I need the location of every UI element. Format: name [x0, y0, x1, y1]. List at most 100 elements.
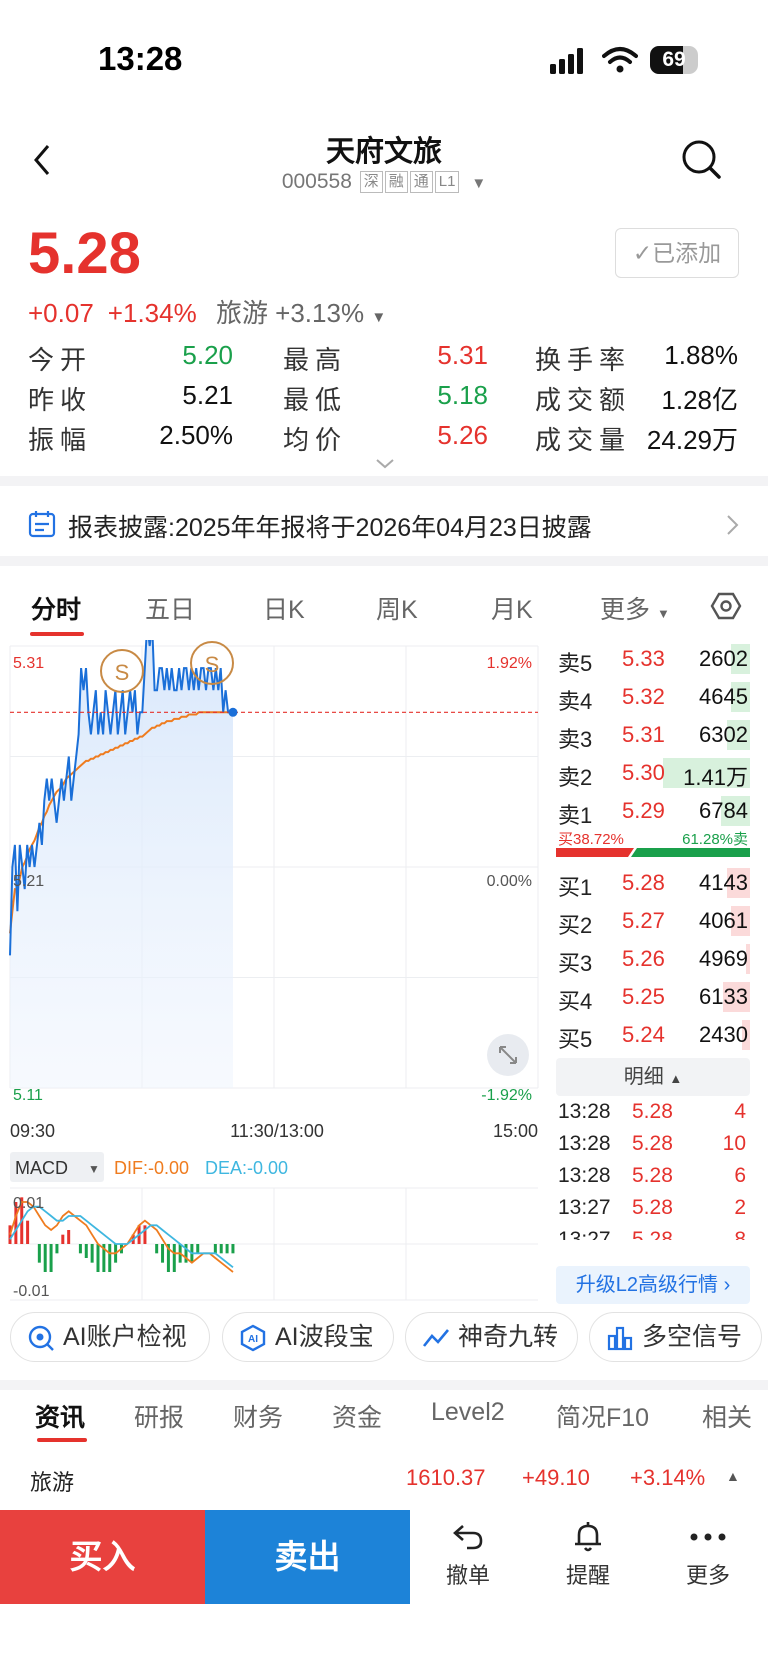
level-label: 买4: [558, 989, 593, 1014]
buy-ratio-label: 买38.72%: [558, 831, 624, 848]
cancel-order-button[interactable]: 撤单: [418, 1520, 518, 1590]
ask-row[interactable]: 卖4 5.32 4645: [556, 678, 750, 716]
stat-value: 5.21: [182, 380, 233, 410]
sector-change[interactable]: 旅游 +3.13% ▼: [216, 298, 386, 328]
ask-row[interactable]: 卖5 5.33 2602: [556, 640, 750, 678]
level-label: 买5: [558, 1027, 593, 1052]
stat-value: 24.29万: [646, 425, 738, 455]
level-label: 卖4: [558, 689, 593, 714]
trade-row: 13:28 5.28 10: [556, 1132, 750, 1162]
level-label: 买3: [558, 951, 593, 976]
price-low-label: 5.11: [13, 1087, 43, 1104]
chip-label: AI波段宝: [275, 1323, 374, 1351]
chip-magic-nine[interactable]: 神奇九转: [405, 1312, 578, 1362]
chip-long-short[interactable]: 多空信号: [589, 1312, 762, 1362]
detail-toggle[interactable]: 明细 ▲: [556, 1058, 750, 1096]
level-label: 卖2: [558, 765, 593, 790]
caret-down-icon: ▼: [88, 1162, 100, 1176]
alert-button[interactable]: 提醒: [538, 1520, 638, 1590]
undo-icon: [453, 1525, 483, 1550]
chip-ai-account[interactable]: AI账户检视: [10, 1312, 210, 1362]
tag-shen: 深: [359, 171, 383, 193]
stat-item: 均价 5.26: [283, 420, 488, 455]
tab-daily-k[interactable]: 日K: [263, 590, 305, 626]
tab-research[interactable]: 研报: [134, 1398, 184, 1434]
stat-label: 均价: [283, 425, 348, 455]
bid-row[interactable]: 买2 5.27 4061: [556, 902, 750, 940]
stat-item: 换手率 1.88%: [535, 340, 738, 375]
tab-more-label: 更多: [600, 596, 651, 624]
ask-row[interactable]: 卖3 5.31 6302: [556, 716, 750, 754]
trade-price: 5.28: [632, 1228, 673, 1240]
level-volume: 6784: [699, 798, 748, 823]
tab-monthly-k[interactable]: 月K: [491, 590, 533, 626]
level-volume: 2602: [699, 646, 748, 671]
sell-marker-1[interactable]: S: [100, 649, 144, 693]
level-label: 买1: [558, 875, 593, 900]
battery-icon: 69: [650, 46, 698, 74]
chart-settings-icon[interactable]: [710, 590, 742, 622]
stat-label: 成交额: [535, 385, 632, 415]
trade-time: 13:28: [558, 1100, 611, 1123]
stat-item: 今开 5.20: [28, 340, 233, 375]
eye-icon: [28, 1325, 54, 1351]
chart-svg: S S 5.31 5.21 5.11 1.92% 0.00% -1.92% 09…: [8, 623, 539, 1301]
tab-intraday[interactable]: 分时: [31, 590, 81, 626]
ask-row[interactable]: 卖2 5.30 1.41万: [556, 754, 750, 792]
trade-price: 5.28: [632, 1132, 673, 1155]
stat-label: 最低: [283, 385, 348, 415]
sector-row[interactable]: 旅游 1610.37 +49.10 +3.14% ▲: [0, 1465, 768, 1505]
bell-icon: [575, 1522, 601, 1552]
macd-selector[interactable]: MACD ▼: [10, 1152, 104, 1182]
level-volume: 6133: [699, 984, 748, 1009]
tab-f10[interactable]: 简况F10: [556, 1398, 649, 1434]
tab-more[interactable]: 更多 ▼: [600, 590, 670, 626]
stat-value: 5.20: [182, 340, 233, 370]
expand-chevron-icon[interactable]: [375, 458, 395, 470]
buy-button[interactable]: 买入: [0, 1510, 205, 1604]
stock-code-line[interactable]: 000558 深融通 L1 ▼: [0, 170, 768, 194]
report-notice[interactable]: 报表披露:2025年年报将于2026年04月23日披露: [0, 488, 768, 558]
trade-time: 13:27: [558, 1228, 611, 1240]
ask-row[interactable]: 卖1 5.29 6784: [556, 792, 750, 830]
more-button[interactable]: 更多: [658, 1520, 758, 1590]
divider: [0, 1380, 768, 1390]
upgrade-l2-button[interactable]: 升级L2高级行情 ›: [556, 1266, 750, 1304]
sector-name: 旅游: [30, 1470, 75, 1495]
bid-row[interactable]: 买5 5.24 2430: [556, 1016, 750, 1054]
trade-price: 5.28: [632, 1100, 673, 1123]
pct-high-label: 1.92%: [487, 655, 532, 672]
tag-level: L1: [434, 171, 460, 193]
macd-high-label: 0.01: [13, 1195, 44, 1212]
bid-row[interactable]: 买1 5.28 4143: [556, 864, 750, 902]
bid-row[interactable]: 买4 5.25 6133: [556, 978, 750, 1016]
level-price: 5.29: [622, 798, 665, 823]
pct-mid-label: 0.00%: [487, 873, 532, 890]
battery-level: 69: [662, 48, 686, 71]
bid-row[interactable]: 买3 5.26 4969: [556, 940, 750, 978]
divider: [0, 556, 768, 566]
trade-time: 13:28: [558, 1164, 611, 1187]
level-volume: 4969: [699, 946, 748, 971]
time-start-label: 09:30: [10, 1121, 55, 1141]
dif-value: DIF:-0.00: [114, 1158, 189, 1178]
tab-news[interactable]: 资讯: [35, 1398, 85, 1434]
added-watchlist-button[interactable]: ✓已添加: [615, 228, 739, 278]
dif-line: [9, 1201, 234, 1273]
tab-related[interactable]: 相关: [702, 1398, 752, 1434]
ratio-bar: [556, 848, 750, 857]
sell-button[interactable]: 卖出: [205, 1510, 410, 1604]
time-end-label: 15:00: [493, 1121, 538, 1141]
tab-funds[interactable]: 资金: [332, 1398, 382, 1434]
search-icon[interactable]: [680, 138, 724, 182]
tab-5day[interactable]: 五日: [145, 590, 195, 626]
fullscreen-icon[interactable]: [487, 1034, 529, 1076]
level-volume: 4061: [699, 908, 748, 933]
intraday-chart[interactable]: S S 5.31 5.21 5.11 1.92% 0.00% -1.92% 09…: [0, 623, 545, 1305]
tab-finance[interactable]: 财务: [233, 1398, 283, 1434]
stock-code: 000558: [281, 170, 352, 193]
chip-ai-band[interactable]: AI AI波段宝: [222, 1312, 394, 1362]
tab-level2[interactable]: Level2: [431, 1398, 505, 1427]
trade-qty: 4: [734, 1100, 746, 1123]
tab-weekly-k[interactable]: 周K: [376, 590, 418, 626]
